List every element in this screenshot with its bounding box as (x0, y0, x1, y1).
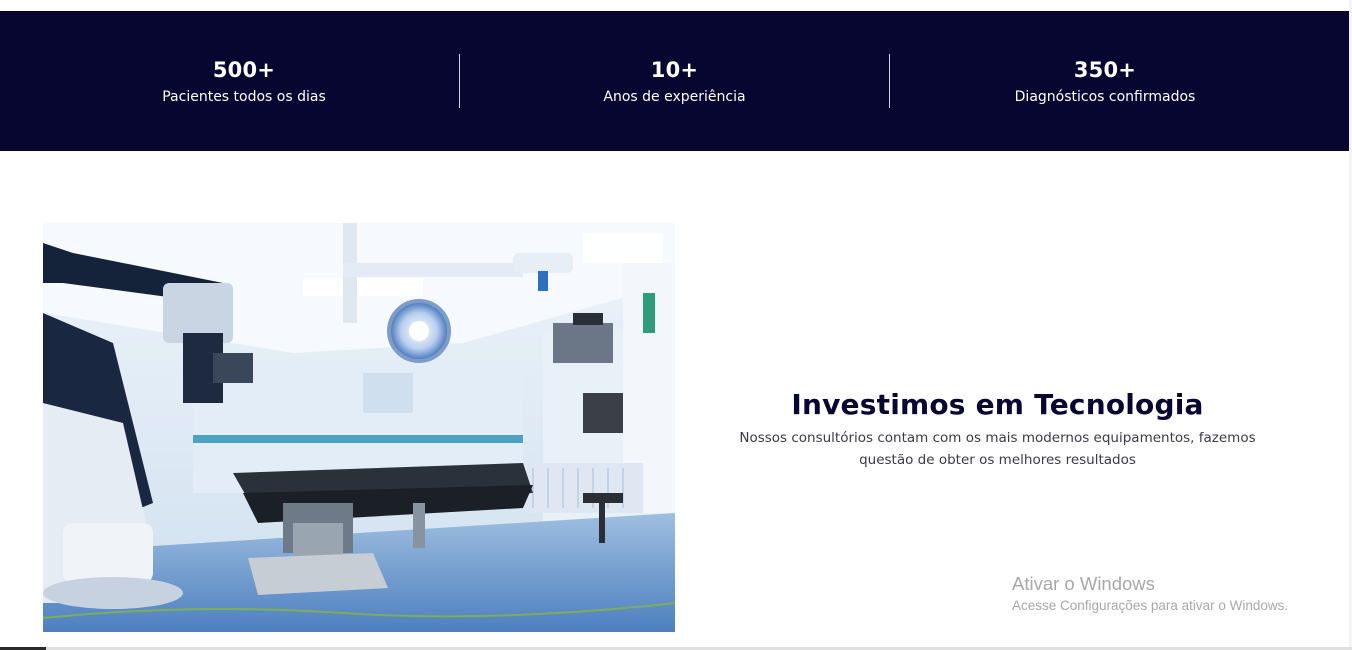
stat-value: 500+ (212, 58, 276, 82)
stat-patients: 500+ Pacientes todos os dias (29, 11, 459, 151)
stat-label: Pacientes todos os dias (162, 89, 326, 105)
watermark-subtitle: Acesse Configurações para ativar o Windo… (1012, 598, 1289, 613)
section-description: Nossos consultórios contam com os mais m… (739, 430, 1256, 468)
technology-section: Investimos em Tecnologia Nossos consultó… (700, 385, 1295, 471)
stat-value: 10+ (650, 58, 699, 82)
watermark-title: Ativar o Windows (1012, 573, 1155, 594)
operating-room-photo (43, 223, 675, 632)
stats-band: 500+ Pacientes todos os dias 10+ Anos de… (0, 11, 1349, 151)
stat-years: 10+ Anos de experiência (460, 11, 889, 151)
page: 500+ Pacientes todos os dias 10+ Anos de… (0, 0, 1352, 650)
windows-activation-watermark: Ativar o Windows Acesse Configurações pa… (1012, 572, 1288, 616)
stat-label: Diagnósticos confirmados (1014, 89, 1196, 105)
stat-label: Anos de experiência (603, 89, 746, 105)
stat-value: 350+ (1073, 58, 1137, 82)
stat-diagnoses: 350+ Diagnósticos confirmados (890, 11, 1320, 151)
section-title: Investimos em Tecnologia (791, 388, 1204, 421)
